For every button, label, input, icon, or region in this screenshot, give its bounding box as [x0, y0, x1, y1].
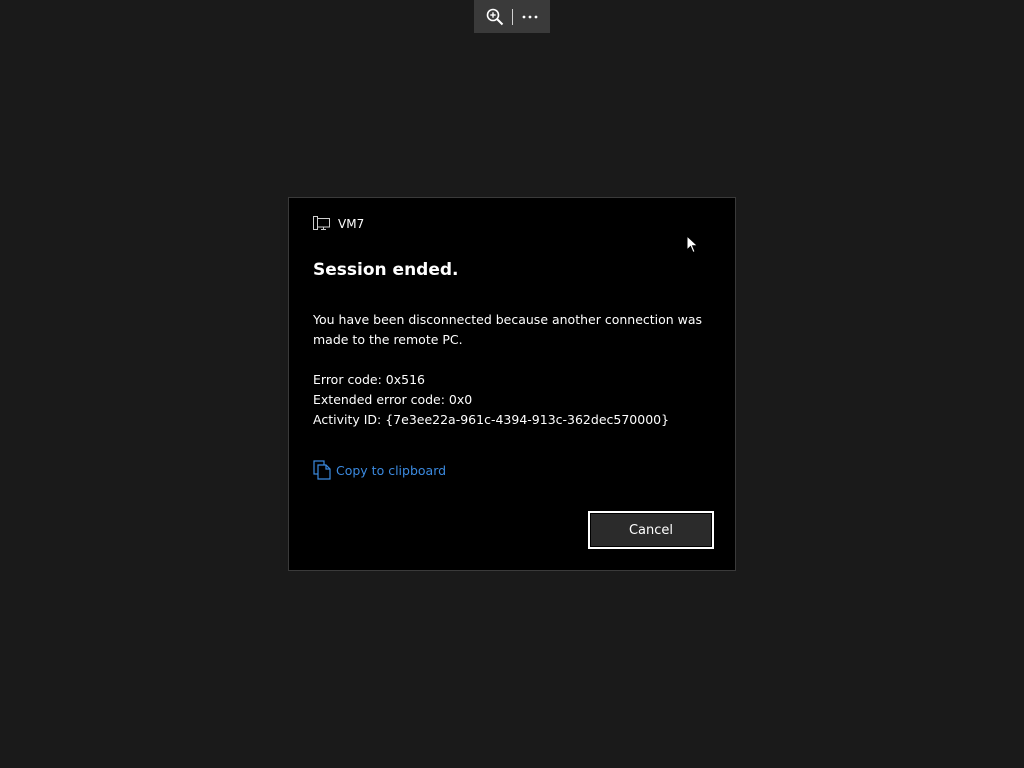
cancel-button[interactable]: Cancel — [588, 511, 714, 549]
copy-icon — [313, 460, 331, 480]
zoom-button[interactable] — [480, 0, 510, 33]
extended-error-code: Extended error code: 0x0 — [313, 392, 473, 407]
activity-id: Activity ID: {7e3ee22a-961c-4394-913c-36… — [313, 412, 670, 427]
more-horizontal-icon — [522, 15, 537, 18]
dialog-header: VM7 — [313, 216, 364, 231]
mouse-cursor-icon — [686, 235, 699, 254]
zoom-in-icon — [486, 8, 503, 25]
dialog-title: Session ended. — [313, 260, 459, 280]
error-details: Error code: 0x516 Extended error code: 0… — [313, 370, 669, 430]
session-ended-dialog: VM7 Session ended. You have been disconn… — [288, 197, 736, 571]
more-options-button[interactable] — [515, 0, 545, 33]
copy-label: Copy to clipboard — [336, 462, 447, 478]
remote-session-toolbar — [474, 0, 550, 33]
remote-pc-icon — [313, 216, 330, 230]
vm-name: VM7 — [338, 216, 365, 231]
toolbar-separator — [511, 8, 513, 25]
disconnect-message: You have been disconnected because anoth… — [313, 312, 703, 347]
copy-to-clipboard-link[interactable]: Copy to clipboard — [313, 460, 446, 480]
error-code: Error code: 0x516 — [313, 372, 425, 387]
